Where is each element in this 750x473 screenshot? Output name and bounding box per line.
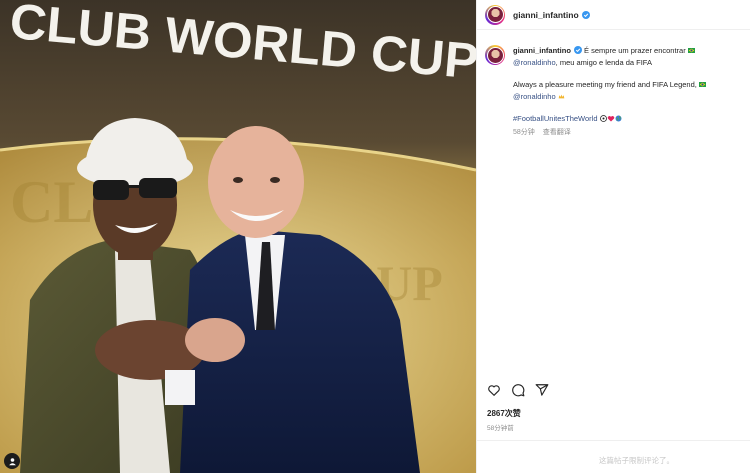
crown-icon [558, 94, 565, 98]
caption-line-1: gianni_infantino É sempre um prazer enco… [513, 45, 742, 57]
caption-meta: 58分钟 查看翻译 [513, 127, 742, 139]
post-side-panel: gianni_infantino gianni_infantino É semp… [476, 0, 750, 473]
tag-user-icon [8, 457, 16, 465]
post-actions [487, 383, 549, 397]
brazil-flag-icon [698, 82, 706, 87]
instagram-post-view: CLUB CUP CLUB WORLD CUP [0, 0, 750, 473]
ball-heart-globe-icon [599, 115, 622, 122]
comments-divider [477, 440, 750, 441]
caption-text-en: Always a pleasure meeting my friend and … [513, 80, 697, 89]
mention-link-2[interactable]: @ronaldinho [513, 92, 556, 101]
post-photo[interactable]: CLUB CUP CLUB WORLD CUP [0, 0, 476, 473]
heart-icon[interactable] [487, 383, 501, 397]
author-username[interactable]: gianni_infantino [513, 10, 590, 20]
caption-avatar[interactable] [485, 45, 505, 65]
verified-icon [581, 10, 590, 19]
caption-time: 58分钟 [513, 128, 535, 136]
see-translation-link[interactable]: 查看翻译 [543, 129, 571, 136]
author-avatar[interactable] [485, 4, 505, 25]
caption-line-4: @ronaldinho [513, 91, 742, 103]
post-time-ago: 58分钟前 [487, 425, 514, 432]
caption-text-pt: É sempre um prazer encontrar [584, 46, 686, 55]
post-caption: gianni_infantino É sempre um prazer enco… [477, 30, 750, 138]
hashtag-link[interactable]: #FootballUnitesTheWorld [513, 114, 598, 123]
comments-limited-notice: 这篇帖子限制评论了。 [599, 456, 674, 465]
tag-user-button[interactable] [4, 453, 20, 469]
caption-line-3: Always a pleasure meeting my friend and … [513, 79, 742, 91]
comment-icon[interactable] [511, 383, 525, 397]
caption-line-5: #FootballUnitesTheWorld [513, 113, 742, 125]
mention-link[interactable]: @ronaldinho [513, 58, 556, 67]
share-icon[interactable] [535, 383, 549, 397]
photo-illustration: CLUB CUP CLUB WORLD CUP [0, 0, 476, 473]
brazil-flag-icon [687, 48, 695, 53]
verified-icon [573, 46, 582, 54]
post-header: gianni_infantino [477, 0, 750, 30]
caption-line-2: @ronaldinho, meu amigo e lenda da FIFA [513, 57, 742, 69]
likes-count[interactable]: 2867次赞 [487, 408, 521, 419]
caption-username[interactable]: gianni_infantino [513, 46, 571, 55]
caption-text-pt-rest: , meu amigo e lenda da FIFA [555, 57, 652, 67]
